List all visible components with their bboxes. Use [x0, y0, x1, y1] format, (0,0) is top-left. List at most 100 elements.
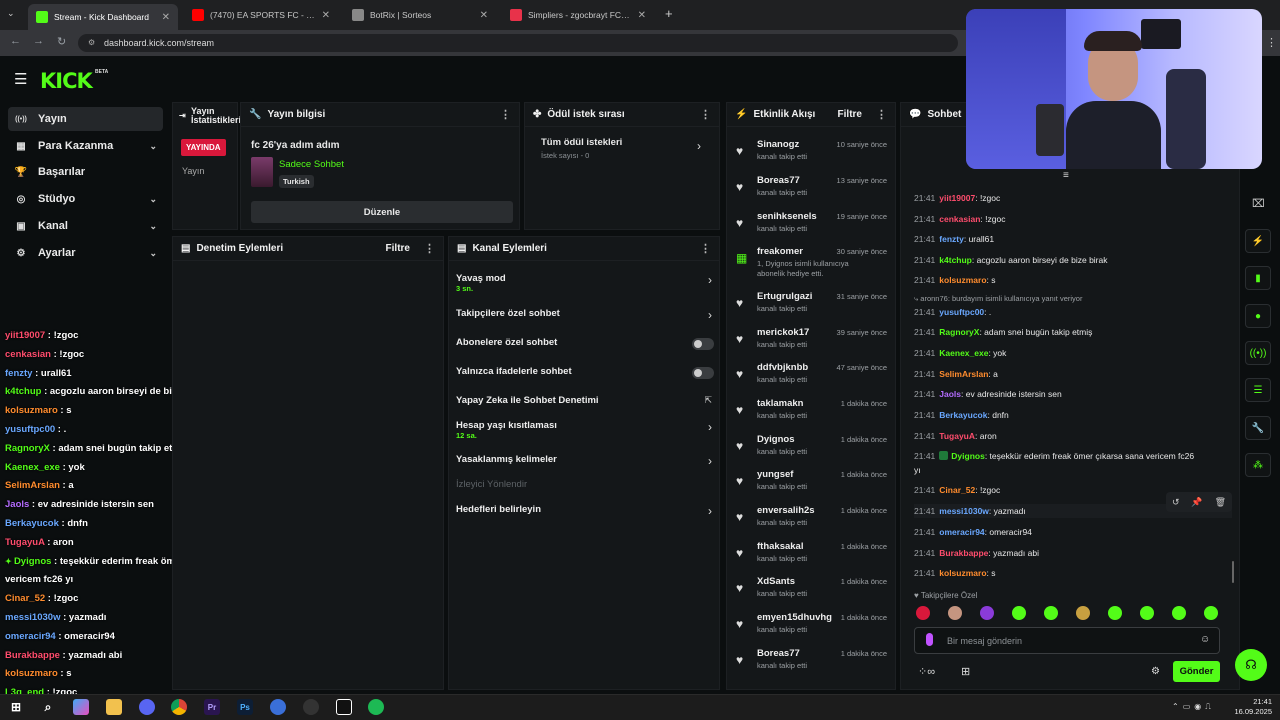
- pin-icon[interactable]: 📌: [1191, 497, 1202, 508]
- sidebar-item[interactable]: ▣ Kanal ⌄: [8, 214, 163, 238]
- back-icon[interactable]: ←: [10, 35, 21, 47]
- browser-menu-icon[interactable]: ⋮: [1266, 36, 1277, 49]
- browser-tab[interactable]: Simpliers - zgocbrayt FC 26 2 a ✕: [502, 4, 654, 26]
- reload-icon[interactable]: ↻: [57, 35, 66, 48]
- support-button[interactable]: ☊: [1235, 649, 1267, 681]
- activity-item[interactable]: ♥ ddfvbjknbb kanalı takip etti 47 saniye ön…: [730, 359, 890, 393]
- chat-message[interactable]: 21:41 yiit19007: !zgoc: [914, 193, 1219, 203]
- quick-lightning-icon[interactable]: ⚡: [1245, 229, 1271, 253]
- channel-action-item[interactable]: Takipçilere özel sohbet ›: [456, 308, 714, 330]
- toggle-switch[interactable]: [692, 338, 714, 350]
- chat-username[interactable]: Jaols: [939, 389, 961, 399]
- chat-message[interactable]: 21:41 SelimArslan: a: [914, 369, 1219, 379]
- activity-item[interactable]: ♥ fthaksakal kanalı takip etti 1 dakika önc…: [730, 538, 890, 572]
- photoshop-icon[interactable]: Ps: [237, 699, 253, 715]
- quick-chat-icon[interactable]: ●: [1245, 304, 1271, 328]
- activity-item[interactable]: ♥ Ertugrulgazi kanalı takip etti 31 saniye …: [730, 288, 890, 322]
- chat-username[interactable]: Kaenex_exe: [939, 348, 988, 358]
- emote-icon[interactable]: [980, 606, 994, 620]
- activity-item[interactable]: ▦ freakomer 1, Dyignos isimli kullanıcıya …: [730, 243, 890, 285]
- activity-item[interactable]: ♥ yungsef kanalı takip etti 1 dakika önce: [730, 466, 890, 500]
- emote-icon[interactable]: [948, 606, 962, 620]
- kick-logo[interactable]: KICK: [40, 69, 93, 93]
- sidebar-item[interactable]: ◎ Stüdyo ⌄: [8, 187, 163, 211]
- more-options-icon[interactable]: ⋮: [424, 242, 435, 255]
- delete-icon[interactable]: 🗑: [1215, 497, 1226, 508]
- capcut-icon[interactable]: [336, 699, 352, 715]
- forward-icon[interactable]: →: [33, 35, 44, 47]
- chat-message[interactable]: yı: [914, 465, 1219, 475]
- chat-username[interactable]: cenkasian: [939, 214, 980, 224]
- gift-icon[interactable]: ⊞: [961, 665, 970, 678]
- quick-notes-icon[interactable]: ▮: [1245, 266, 1271, 290]
- more-options-icon[interactable]: ⋮: [876, 108, 887, 121]
- activity-item[interactable]: ♥ taklamakn kanalı takip etti 1 dakika önce: [730, 395, 890, 429]
- channel-action-item[interactable]: Yalnızca ifadelerle sohbet: [456, 366, 714, 388]
- chat-username[interactable]: kolsuzmaro: [939, 275, 986, 285]
- site-info-icon[interactable]: ⚙: [88, 38, 95, 47]
- obs-icon[interactable]: [303, 699, 319, 715]
- chat-username[interactable]: omeracir94: [939, 527, 984, 537]
- channel-action-item[interactable]: Yasaklanmış kelimeler ›: [456, 454, 714, 476]
- emote-icon[interactable]: [1204, 606, 1218, 620]
- chat-scroll-handle[interactable]: ≡: [1063, 170, 1069, 181]
- system-tray-icons[interactable]: ⌃▭◉⎍: [1172, 702, 1215, 712]
- activity-item[interactable]: ♥ senihksenels kanalı takip etti 19 saniye …: [730, 208, 890, 242]
- chat-username[interactable]: SelimArslan: [939, 369, 988, 379]
- reply-icon[interactable]: ↺: [1172, 497, 1180, 508]
- chat-message[interactable]: 21:41 fenzty: urall61: [914, 234, 1219, 244]
- emote-icon[interactable]: [1140, 606, 1154, 620]
- copilot-icon[interactable]: [73, 699, 89, 715]
- chat-message[interactable]: 21:41 RagnoryX: adam snei bugün takip etm…: [914, 327, 1219, 337]
- new-tab-button[interactable]: +: [665, 6, 673, 21]
- app-icon[interactable]: [270, 699, 286, 715]
- chat-message[interactable]: 21:41 omeracir94: omeracir94: [914, 527, 1219, 537]
- chat-username[interactable]: Cinar_52: [939, 485, 975, 495]
- category-link[interactable]: Sadece Sohbet: [279, 159, 344, 170]
- chat-username[interactable]: messi1030w: [939, 506, 989, 516]
- channel-action-item[interactable]: Abonelere özel sohbet: [456, 337, 714, 359]
- browser-tab[interactable]: BotRix | Sorteos ✕: [344, 4, 496, 26]
- chat-message[interactable]: 21:41 Burakbappe: yazmadı abi: [914, 548, 1219, 558]
- right-rail-sidebar-icon[interactable]: ⌧: [1252, 197, 1265, 210]
- chat-username[interactable]: Dyignos: [951, 451, 985, 461]
- chat-username[interactable]: kolsuzmaro: [939, 568, 986, 578]
- chevron-right-icon[interactable]: ›: [697, 139, 701, 153]
- chat-message[interactable]: 21:41 k4tchup: acgozlu aaron birseyi de b…: [914, 255, 1219, 265]
- channel-action-item[interactable]: Hesap yaşı kısıtlaması 12 sa. ›: [456, 420, 714, 442]
- emote-icon[interactable]: [1076, 606, 1090, 620]
- chat-message[interactable]: 21:41 kolsuzmaro: s: [914, 568, 1219, 578]
- chat-scrollbar[interactable]: [1232, 561, 1234, 583]
- address-bar[interactable]: dashboard.kick.com/stream: [78, 34, 958, 52]
- chat-message[interactable]: 21:41 Jaols: ev adresinide istersin sen: [914, 389, 1219, 399]
- chat-users-icon[interactable]: ⁘∞: [918, 665, 935, 678]
- chat-message[interactable]: 21:41 Dyignos: teşekkür ederim freak ömer…: [914, 451, 1219, 461]
- search-icon[interactable]: ⌕: [40, 699, 56, 715]
- sidebar-item[interactable]: 🏆 Başarılar: [8, 160, 163, 184]
- spotify-icon[interactable]: [368, 699, 384, 715]
- sidebar-item[interactable]: ▦ Para Kazanma ⌄: [8, 134, 163, 158]
- send-button[interactable]: Gönder: [1173, 661, 1220, 682]
- discord-icon[interactable]: [139, 699, 155, 715]
- close-tab-icon[interactable]: ✕: [322, 10, 330, 21]
- chat-username[interactable]: k4tchup: [939, 255, 972, 265]
- chat-username[interactable]: RagnoryX: [939, 327, 979, 337]
- hamburger-menu-icon[interactable]: ☰: [14, 70, 27, 88]
- browser-tab[interactable]: (7470) EA SPORTS FC - YouTub ✕: [184, 4, 338, 26]
- more-options-icon[interactable]: ⋮: [500, 108, 511, 121]
- toggle-switch[interactable]: [692, 367, 714, 379]
- windows-start-icon[interactable]: ⊞: [8, 699, 24, 715]
- activity-item[interactable]: ♥ XdSants kanalı takip etti 1 dakika önce: [730, 573, 890, 607]
- emote-icon[interactable]: [1044, 606, 1058, 620]
- emote-icon[interactable]: [1172, 606, 1186, 620]
- chat-username[interactable]: TugayuA: [939, 431, 975, 441]
- sidebar-item[interactable]: ((•)) Yayın: [8, 107, 163, 131]
- activity-item[interactable]: ♥ Boreas77 kanalı takip etti 13 saniye önce: [730, 172, 890, 206]
- more-options-icon[interactable]: ⋮: [700, 108, 711, 121]
- more-options-icon[interactable]: ⋮: [700, 242, 711, 255]
- chat-username[interactable]: Berkayucok: [939, 410, 987, 420]
- channel-action-item[interactable]: Yavaş mod 3 sn. ›: [456, 273, 714, 295]
- mic-icon[interactable]: [926, 633, 933, 646]
- close-tab-icon[interactable]: ✕: [638, 10, 646, 21]
- chat-message[interactable]: 21:41 Berkayucok: dnfn: [914, 410, 1219, 420]
